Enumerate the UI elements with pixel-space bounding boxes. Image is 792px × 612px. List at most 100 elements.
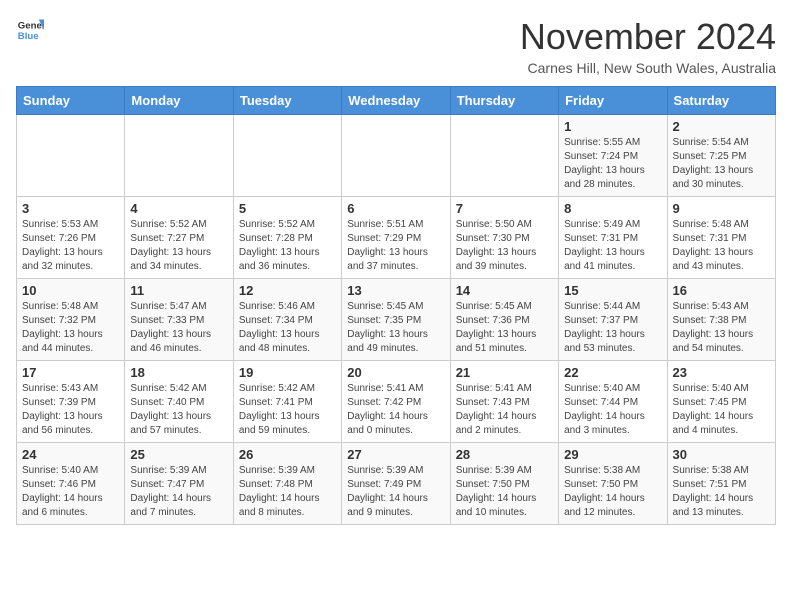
calendar-week-1: 3 Sunrise: 5:53 AM Sunset: 7:26 PM Daylig… [17, 197, 776, 279]
day-number: 20 [347, 365, 444, 380]
day-info: Sunrise: 5:55 AM Sunset: 7:24 PM Dayligh… [564, 136, 661, 192]
day-info: Sunrise: 5:39 AM Sunset: 7:47 PM Dayligh… [130, 464, 227, 520]
calendar-cell: 13Sunrise: 5:45 AM Sunset: 7:35 PM Dayli… [342, 279, 450, 361]
day-info: Sunrise: 5:40 AM Sunset: 7:45 PM Dayligh… [673, 382, 770, 438]
calendar-cell: 2 Sunrise: 5:54 AM Sunset: 7:25 PM Daylig… [667, 115, 775, 197]
day-info: Sunrise: 5:52 AM Sunset: 7:27 PM Dayligh… [130, 218, 227, 274]
day-info: Sunrise: 5:54 AM Sunset: 7:25 PM Dayligh… [673, 136, 770, 192]
calendar-week-4: 24Sunrise: 5:40 AM Sunset: 7:46 PM Dayli… [17, 443, 776, 525]
day-number: 8 [564, 201, 661, 216]
day-info: Sunrise: 5:38 AM Sunset: 7:50 PM Dayligh… [564, 464, 661, 520]
day-info: Sunrise: 5:43 AM Sunset: 7:39 PM Dayligh… [22, 382, 119, 438]
calendar-cell: 6Sunrise: 5:51 AM Sunset: 7:29 PM Daylig… [342, 197, 450, 279]
calendar-cell: 5 Sunrise: 5:52 AM Sunset: 7:28 PM Daylig… [233, 197, 341, 279]
day-number: 23 [673, 365, 770, 380]
calendar-header-row: SundayMondayTuesdayWednesdayThursdayFrid… [17, 87, 776, 115]
logo: General Blue [16, 16, 44, 44]
day-number: 16 [673, 283, 770, 298]
calendar-cell: 7Sunrise: 5:50 AM Sunset: 7:30 PM Daylig… [450, 197, 558, 279]
day-number: 30 [673, 447, 770, 462]
weekday-header-thursday: Thursday [450, 87, 558, 115]
calendar-cell: 1 Sunrise: 5:55 AM Sunset: 7:24 PM Daylig… [559, 115, 667, 197]
day-number: 2 [673, 119, 770, 134]
calendar-cell: 30Sunrise: 5:38 AM Sunset: 7:51 PM Dayli… [667, 443, 775, 525]
calendar-cell: 12 Sunrise: 5:46 AM Sunset: 7:34 PM Dayli… [233, 279, 341, 361]
day-number: 3 [22, 201, 119, 216]
day-number: 11 [130, 283, 227, 298]
calendar-cell: 24Sunrise: 5:40 AM Sunset: 7:46 PM Dayli… [17, 443, 125, 525]
calendar-table: SundayMondayTuesdayWednesdayThursdayFrid… [16, 86, 776, 525]
day-info: Sunrise: 5:47 AM Sunset: 7:33 PM Dayligh… [130, 300, 227, 356]
day-info: Sunrise: 5:48 AM Sunset: 7:31 PM Dayligh… [673, 218, 770, 274]
day-number: 1 [564, 119, 661, 134]
calendar-cell [450, 115, 558, 197]
calendar-week-3: 17 Sunrise: 5:43 AM Sunset: 7:39 PM Dayli… [17, 361, 776, 443]
calendar-week-0: 1 Sunrise: 5:55 AM Sunset: 7:24 PM Daylig… [17, 115, 776, 197]
weekday-header-sunday: Sunday [17, 87, 125, 115]
weekday-header-friday: Friday [559, 87, 667, 115]
day-info: Sunrise: 5:44 AM Sunset: 7:37 PM Dayligh… [564, 300, 661, 356]
day-number: 12 [239, 283, 336, 298]
calendar-cell: 26 Sunrise: 5:39 AM Sunset: 7:48 PM Dayli… [233, 443, 341, 525]
calendar-cell: 3 Sunrise: 5:53 AM Sunset: 7:26 PM Daylig… [17, 197, 125, 279]
calendar-cell: 23 Sunrise: 5:40 AM Sunset: 7:45 PM Dayli… [667, 361, 775, 443]
day-number: 5 [239, 201, 336, 216]
calendar-cell: 15 Sunrise: 5:44 AM Sunset: 7:37 PM Dayli… [559, 279, 667, 361]
day-info: Sunrise: 5:53 AM Sunset: 7:26 PM Dayligh… [22, 218, 119, 274]
calendar-cell: 9 Sunrise: 5:48 AM Sunset: 7:31 PM Daylig… [667, 197, 775, 279]
day-info: Sunrise: 5:45 AM Sunset: 7:36 PM Dayligh… [456, 300, 553, 356]
day-info: Sunrise: 5:42 AM Sunset: 7:40 PM Dayligh… [130, 382, 227, 438]
day-number: 29 [564, 447, 661, 462]
day-info: Sunrise: 5:42 AM Sunset: 7:41 PM Dayligh… [239, 382, 336, 438]
day-number: 4 [130, 201, 227, 216]
day-number: 17 [22, 365, 119, 380]
calendar-cell: 27Sunrise: 5:39 AM Sunset: 7:49 PM Dayli… [342, 443, 450, 525]
weekday-header-monday: Monday [125, 87, 233, 115]
day-info: Sunrise: 5:46 AM Sunset: 7:34 PM Dayligh… [239, 300, 336, 356]
calendar-cell: 17 Sunrise: 5:43 AM Sunset: 7:39 PM Dayli… [17, 361, 125, 443]
day-number: 15 [564, 283, 661, 298]
calendar-cell [342, 115, 450, 197]
day-info: Sunrise: 5:39 AM Sunset: 7:48 PM Dayligh… [239, 464, 336, 520]
calendar-body: 1 Sunrise: 5:55 AM Sunset: 7:24 PM Daylig… [17, 115, 776, 525]
calendar-cell: 11 Sunrise: 5:47 AM Sunset: 7:33 PM Dayli… [125, 279, 233, 361]
svg-text:Blue: Blue [18, 31, 39, 42]
day-info: Sunrise: 5:50 AM Sunset: 7:30 PM Dayligh… [456, 218, 553, 274]
day-number: 28 [456, 447, 553, 462]
logo-icon: General Blue [16, 16, 44, 44]
day-info: Sunrise: 5:49 AM Sunset: 7:31 PM Dayligh… [564, 218, 661, 274]
day-number: 19 [239, 365, 336, 380]
day-number: 22 [564, 365, 661, 380]
day-info: Sunrise: 5:48 AM Sunset: 7:32 PM Dayligh… [22, 300, 119, 356]
title-block: November 2024 Carnes Hill, New South Wal… [520, 16, 776, 76]
day-info: Sunrise: 5:43 AM Sunset: 7:38 PM Dayligh… [673, 300, 770, 356]
day-number: 21 [456, 365, 553, 380]
day-number: 9 [673, 201, 770, 216]
day-number: 25 [130, 447, 227, 462]
day-info: Sunrise: 5:41 AM Sunset: 7:43 PM Dayligh… [456, 382, 553, 438]
day-number: 18 [130, 365, 227, 380]
calendar-cell: 25 Sunrise: 5:39 AM Sunset: 7:47 PM Dayli… [125, 443, 233, 525]
calendar-cell: 4 Sunrise: 5:52 AM Sunset: 7:27 PM Daylig… [125, 197, 233, 279]
calendar-cell: 29 Sunrise: 5:38 AM Sunset: 7:50 PM Dayli… [559, 443, 667, 525]
month-title: November 2024 [520, 16, 776, 58]
weekday-header-tuesday: Tuesday [233, 87, 341, 115]
page-header: General Blue November 2024 Carnes Hill, … [16, 16, 776, 76]
day-info: Sunrise: 5:39 AM Sunset: 7:49 PM Dayligh… [347, 464, 444, 520]
day-info: Sunrise: 5:40 AM Sunset: 7:44 PM Dayligh… [564, 382, 661, 438]
calendar-cell: 22 Sunrise: 5:40 AM Sunset: 7:44 PM Dayli… [559, 361, 667, 443]
day-number: 6 [347, 201, 444, 216]
weekday-header-saturday: Saturday [667, 87, 775, 115]
calendar-cell: 19 Sunrise: 5:42 AM Sunset: 7:41 PM Dayli… [233, 361, 341, 443]
calendar-cell [233, 115, 341, 197]
calendar-cell: 8 Sunrise: 5:49 AM Sunset: 7:31 PM Daylig… [559, 197, 667, 279]
calendar-cell: 28Sunrise: 5:39 AM Sunset: 7:50 PM Dayli… [450, 443, 558, 525]
day-number: 10 [22, 283, 119, 298]
day-number: 13 [347, 283, 444, 298]
day-info: Sunrise: 5:52 AM Sunset: 7:28 PM Dayligh… [239, 218, 336, 274]
calendar-week-2: 10 Sunrise: 5:48 AM Sunset: 7:32 PM Dayli… [17, 279, 776, 361]
day-number: 26 [239, 447, 336, 462]
calendar-cell: 20Sunrise: 5:41 AM Sunset: 7:42 PM Dayli… [342, 361, 450, 443]
calendar-cell [125, 115, 233, 197]
day-number: 24 [22, 447, 119, 462]
